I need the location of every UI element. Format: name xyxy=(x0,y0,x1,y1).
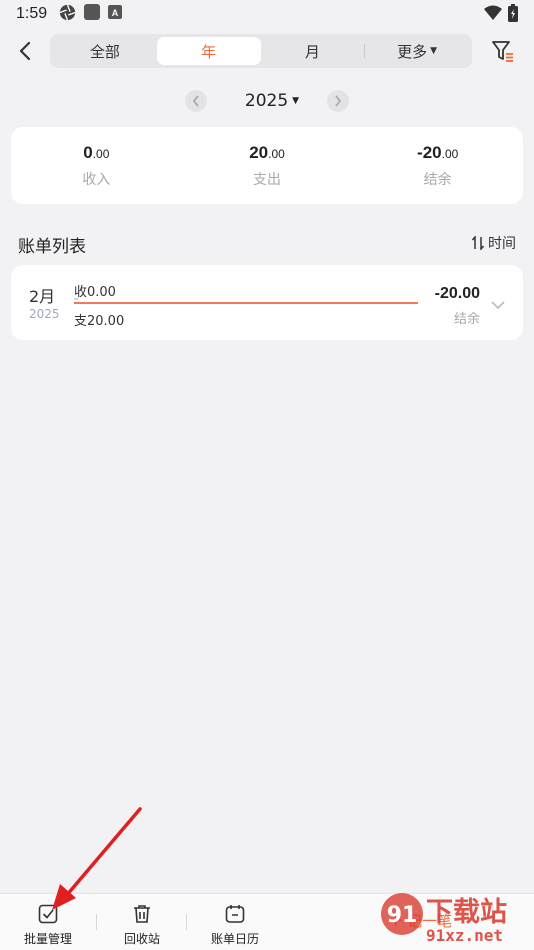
summary-card: 0.00 收入 20.00 支出 -20.00 结余 xyxy=(11,127,523,204)
item-month: 2月 xyxy=(29,287,56,306)
tab-more[interactable]: 更多 ▼ xyxy=(365,37,469,65)
prev-year-button[interactable] xyxy=(184,90,207,112)
list-title: 账单列表 xyxy=(18,237,86,257)
svg-text:91: 91 xyxy=(387,903,418,928)
item-balance: -20.00 xyxy=(434,285,480,302)
caret-down-icon: ▼ xyxy=(292,96,300,106)
tab-year[interactable]: 年 xyxy=(156,37,261,65)
next-year-button[interactable] xyxy=(327,90,350,112)
chevron-left-icon xyxy=(192,95,199,107)
svg-text:A: A xyxy=(112,8,119,18)
sort-icon xyxy=(472,236,484,250)
item-balance-label: 结余 xyxy=(453,312,480,327)
filter-icon xyxy=(492,41,513,62)
expense-bar-track xyxy=(74,302,418,304)
chevron-right-icon xyxy=(335,95,342,107)
expense-summary: 20.00 支出 xyxy=(182,127,353,204)
balance-label: 结余 xyxy=(423,171,452,188)
year-selector: 2025 ▼ xyxy=(0,88,534,114)
wifi-icon xyxy=(484,5,502,25)
expense-label: 支出 xyxy=(253,171,281,188)
chevron-down-icon xyxy=(491,295,505,314)
square-app-icon xyxy=(84,4,101,24)
list-item[interactable]: 2月 2025 收0.00 支20.00 -20.00 结余 xyxy=(11,265,523,340)
caret-down-icon: ▼ xyxy=(430,46,438,56)
annotation-arrow-icon xyxy=(52,807,142,910)
tab-month[interactable]: 月 xyxy=(261,37,365,65)
calendar-icon xyxy=(225,905,245,923)
year-value: 2025 xyxy=(244,91,289,111)
expense-value: 20.00 xyxy=(249,142,285,162)
bill-calendar-button[interactable]: 账单日历 xyxy=(195,904,275,947)
income-label: 收入 xyxy=(82,171,111,188)
chevron-left-icon xyxy=(19,41,31,61)
income-summary: 0.00 收入 xyxy=(11,127,182,204)
toolbar-divider xyxy=(186,914,187,930)
status-time: 1:59 xyxy=(16,5,48,22)
status-bar: 1:59 A xyxy=(0,0,534,28)
watermark-logo: 91 下载站 91xz.net xyxy=(380,888,534,950)
back-button[interactable] xyxy=(10,36,40,66)
aperture-icon xyxy=(59,4,76,25)
battery-icon xyxy=(508,4,518,26)
status-right xyxy=(484,4,518,26)
expense-bar xyxy=(74,302,418,304)
item-income: 收0.00 xyxy=(74,285,116,300)
income-bar xyxy=(74,298,78,300)
balance-value: -20.00 xyxy=(417,142,459,162)
balance-summary: -20.00 结余 xyxy=(352,127,523,204)
income-value: 0.00 xyxy=(83,142,110,162)
item-expense: 支20.00 xyxy=(74,314,125,329)
period-segmented-control: 全部 年 月 更多 ▼ xyxy=(50,34,472,68)
item-year: 2025 xyxy=(29,307,60,321)
watermark-domain: 91xz.net xyxy=(426,926,504,945)
year-dropdown[interactable]: 2025 ▼ xyxy=(245,91,299,111)
filter-button[interactable] xyxy=(490,38,516,64)
a-app-icon: A xyxy=(108,5,123,23)
tab-all[interactable]: 全部 xyxy=(53,37,157,65)
watermark-brand: 下载站 xyxy=(426,897,507,928)
top-nav: 全部 年 月 更多 ▼ xyxy=(0,34,534,68)
toolbar-divider xyxy=(96,914,97,930)
sort-by-time-button[interactable]: 时间 xyxy=(472,233,516,253)
